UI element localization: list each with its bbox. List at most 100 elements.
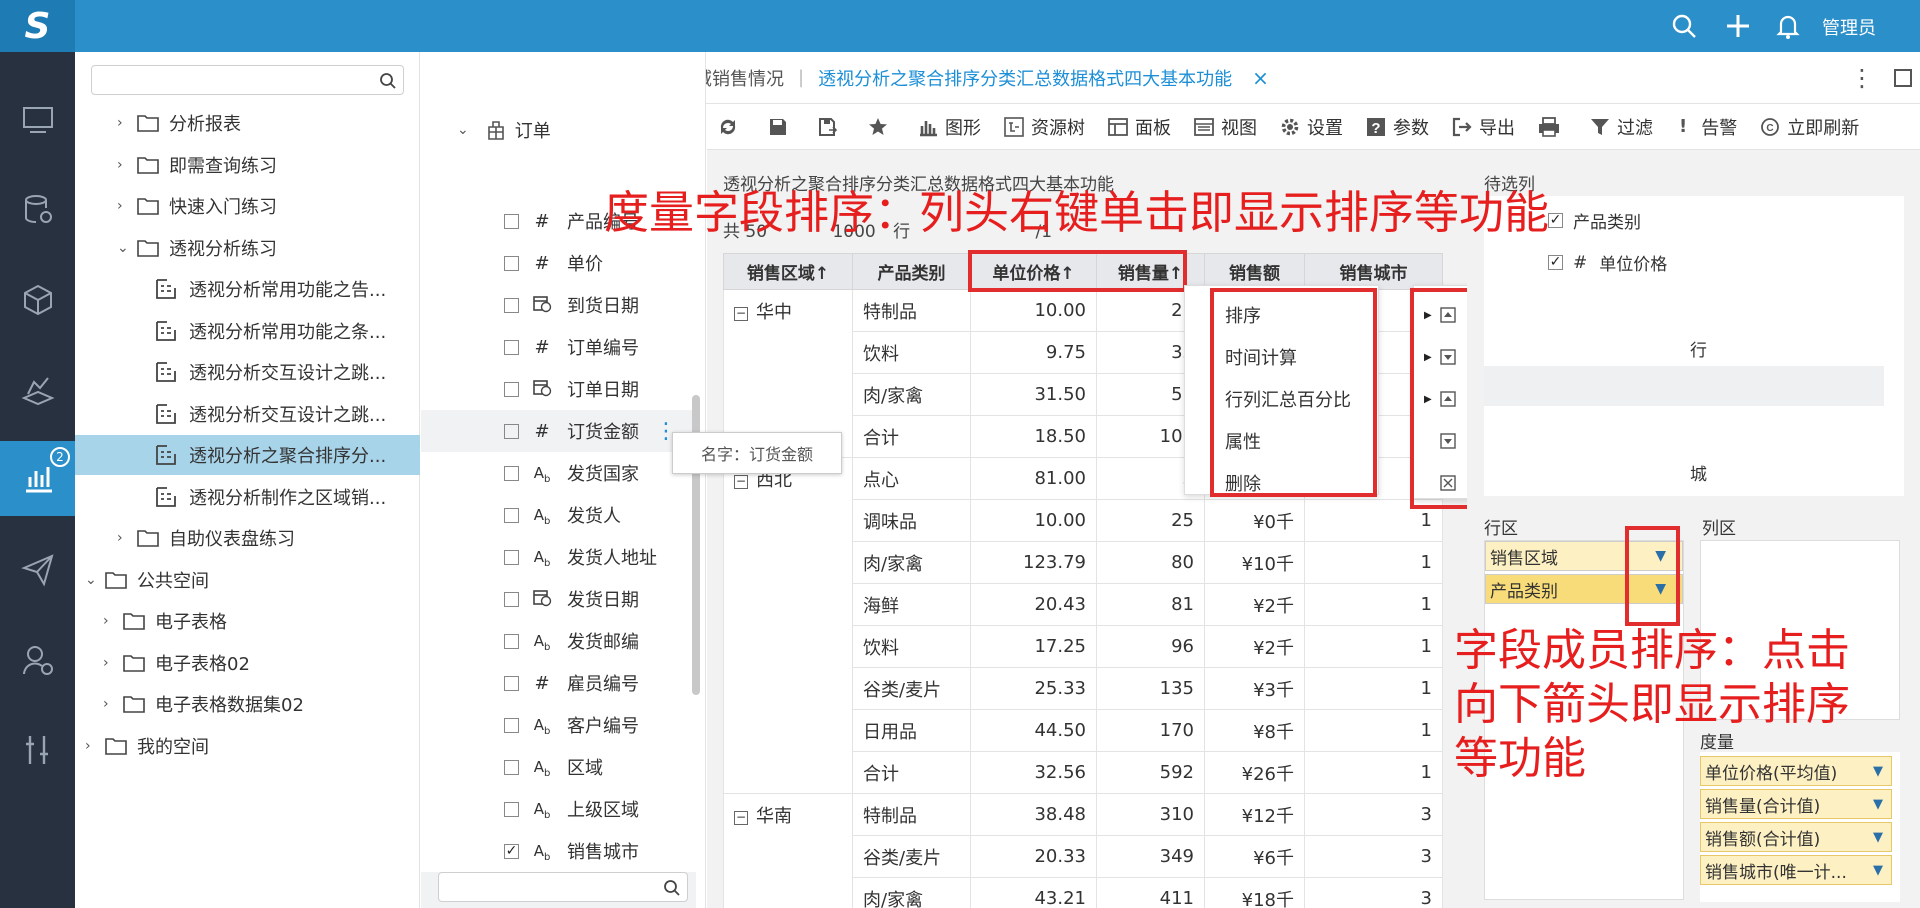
column-header[interactable]: 产品类别 — [852, 253, 971, 290]
field-item[interactable]: ✓ Ab 销售城市 — [421, 830, 696, 872]
tree-item[interactable]: 透视分析之聚合排序分... — [75, 435, 420, 475]
close-tab-icon[interactable]: × — [1252, 66, 1269, 90]
field-item[interactable]: Ab 发货人 — [421, 494, 696, 536]
search-icon[interactable] — [663, 879, 681, 897]
checkbox[interactable] — [504, 591, 519, 607]
field-item[interactable]: # 订单编号 — [421, 326, 696, 368]
add-icon[interactable] — [1724, 12, 1752, 40]
pending-item-category[interactable]: ✓ 产品类别 — [1548, 208, 1641, 233]
checkbox[interactable] — [504, 675, 519, 691]
dropdown-arrow-icon[interactable]: ▼ — [1873, 863, 1883, 878]
resource-tree-button[interactable]: 资源树 — [1003, 114, 1085, 140]
expand-arrow-icon[interactable]: › — [103, 696, 123, 712]
checkbox[interactable] — [504, 549, 519, 565]
column-header[interactable]: 销售区域↑ — [723, 253, 853, 290]
refresh-now-button[interactable]: C 立即刷新 — [1759, 114, 1859, 140]
expand-arrow-icon[interactable]: ⌄ — [117, 240, 137, 256]
field-item[interactable]: # 单价 — [421, 242, 696, 284]
pending-item-partial[interactable]: 行 — [1690, 336, 1707, 361]
dropdown-arrow-icon[interactable]: ▼ — [1873, 830, 1883, 845]
app-logo[interactable]: S — [0, 0, 75, 52]
favorite-button[interactable] — [867, 116, 895, 138]
tree-item[interactable]: 透视分析制作之区域销... — [75, 477, 420, 517]
tree-item[interactable]: 透视分析交互设计之跳... — [75, 394, 420, 434]
expand-arrow-icon[interactable]: › — [117, 198, 137, 214]
tree-item[interactable]: ⌄ 透视分析练习 — [75, 228, 420, 268]
field-item[interactable]: Ab 发货国家 — [421, 452, 696, 494]
region-cell[interactable]: − 西北 — [723, 457, 853, 794]
measure-field-chip[interactable]: 销售额(合计值) ▼ — [1700, 822, 1892, 852]
region-cell[interactable]: − 华南 — [723, 793, 853, 908]
expand-arrow-icon[interactable]: › — [85, 738, 105, 754]
search-icon[interactable] — [379, 72, 397, 90]
database-settings-icon[interactable] — [20, 192, 56, 228]
field-item[interactable]: 发货日期 — [421, 578, 696, 620]
tree-search-box[interactable] — [91, 65, 404, 95]
field-group-order[interactable]: ⌄ 订单 — [457, 117, 551, 143]
tree-item[interactable]: › 分析报表 — [75, 103, 420, 143]
print-button[interactable] — [1537, 116, 1567, 138]
tree-item[interactable]: › 自助仪表盘练习 — [75, 518, 420, 558]
field-search-box[interactable] — [438, 872, 688, 902]
layers-chart-icon[interactable] — [20, 372, 56, 408]
export-button[interactable]: 导出 — [1451, 114, 1515, 140]
checkbox[interactable] — [504, 339, 519, 355]
checkbox-checked[interactable]: ✓ — [504, 843, 519, 859]
view-button[interactable]: 视图 — [1193, 114, 1257, 140]
filter-button[interactable]: 过滤 — [1589, 114, 1653, 140]
expand-arrow-icon[interactable]: › — [117, 157, 137, 173]
expand-arrow-icon[interactable]: › — [117, 530, 137, 546]
collapse-icon[interactable]: − — [734, 811, 748, 825]
field-item[interactable]: Ab 客户编号 — [421, 704, 696, 746]
checkbox[interactable] — [504, 255, 519, 271]
collapse-icon[interactable]: − — [734, 307, 748, 321]
more-vertical-icon[interactable]: ⋮ — [1850, 64, 1874, 92]
checkbox[interactable] — [504, 801, 519, 817]
tree-item[interactable]: › 我的空间 — [75, 726, 420, 766]
expand-arrow-icon[interactable]: ⌄ — [85, 572, 105, 588]
collapse-arrow-icon[interactable]: ⌄ — [457, 122, 469, 138]
field-item[interactable]: 订单日期 — [421, 368, 696, 410]
pending-item-unit-price[interactable]: ✓ # 单位价格 — [1548, 250, 1667, 275]
checkbox[interactable] — [504, 633, 519, 649]
field-item[interactable]: Ab 发货人地址 — [421, 536, 696, 578]
send-icon[interactable] — [20, 552, 56, 588]
field-item[interactable]: 到货日期 — [421, 284, 696, 326]
checkbox[interactable] — [504, 213, 519, 229]
panel-button[interactable]: 面板 — [1107, 114, 1171, 140]
save-as-button[interactable] — [817, 116, 845, 138]
refresh-data-button[interactable] — [717, 116, 745, 138]
checkbox[interactable] — [504, 759, 519, 775]
tree-search-input[interactable] — [92, 66, 357, 94]
pending-item-partial[interactable]: 城 — [1690, 460, 1707, 485]
monitor-icon[interactable] — [20, 102, 56, 138]
measure-field-chip[interactable]: 销售城市(唯一计... ▼ — [1700, 855, 1892, 885]
checkbox-checked[interactable]: ✓ — [1548, 213, 1563, 228]
cube-icon[interactable] — [20, 282, 56, 318]
checkbox[interactable] — [504, 297, 519, 313]
field-item[interactable]: Ab 上级区域 — [421, 788, 696, 830]
expand-arrow-icon[interactable]: › — [103, 613, 123, 629]
dropdown-arrow-icon[interactable]: ▼ — [1873, 764, 1883, 779]
bell-icon[interactable] — [1774, 12, 1802, 40]
tree-item[interactable]: › 即需查询练习 — [75, 145, 420, 185]
tree-item[interactable]: › 快速入门练习 — [75, 186, 420, 226]
measure-field-chip[interactable]: 销售量(合计值) ▼ — [1700, 789, 1892, 819]
field-item[interactable]: # 雇员编号 — [421, 662, 696, 704]
user-menu[interactable]: 管理员 — [1822, 14, 1876, 40]
field-item[interactable]: Ab 发货邮编 — [421, 620, 696, 662]
checkbox[interactable] — [504, 381, 519, 397]
save-button[interactable] — [767, 116, 795, 138]
tree-item[interactable]: 透视分析常用功能之告... — [75, 269, 420, 309]
settings-button[interactable]: 设置 — [1279, 114, 1343, 140]
chart-button[interactable]: 图形 — [917, 114, 981, 140]
checkbox-checked[interactable]: ✓ — [1548, 255, 1563, 270]
checkbox[interactable] — [504, 507, 519, 523]
maximize-icon[interactable] — [1894, 68, 1912, 87]
tree-item[interactable]: › 电子表格 — [75, 601, 420, 641]
alert-button[interactable]: ! 告警 — [1675, 114, 1737, 140]
dropdown-arrow-icon[interactable]: ▼ — [1873, 797, 1883, 812]
tree-item[interactable]: ⌄ 公共空间 — [75, 560, 420, 600]
expand-arrow-icon[interactable]: › — [103, 655, 123, 671]
collapse-icon[interactable]: − — [734, 475, 748, 489]
